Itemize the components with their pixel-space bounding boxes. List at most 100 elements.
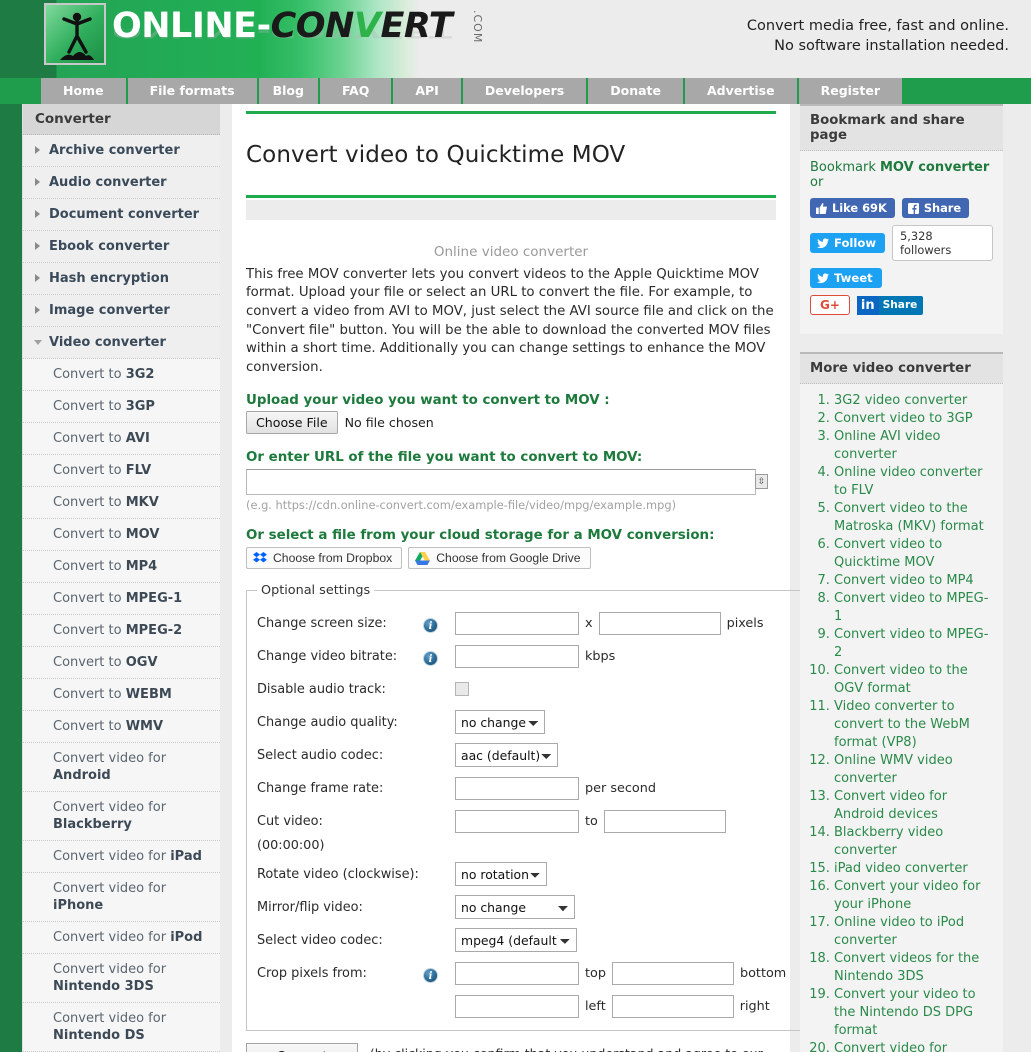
video-codec-select[interactable]: mpeg4 (default) — [455, 928, 577, 953]
url-upload-icon[interactable]: ⇳ — [755, 474, 768, 490]
more-converter-item[interactable]: Online video converter to FLV — [834, 464, 995, 500]
sidebar-item-avi[interactable]: Convert to AVI — [23, 423, 220, 455]
sidebar-item-nintendo-3ds[interactable]: Convert video for Nintendo 3DS — [23, 954, 220, 1003]
chevron-right-icon — [35, 210, 40, 218]
sidebar-item-nintendo-ds[interactable]: Convert video for Nintendo DS — [23, 1003, 220, 1052]
cut-to-input[interactable] — [603, 809, 726, 833]
screen-height-input[interactable] — [598, 611, 721, 635]
dropbox-button[interactable]: Choose from Dropbox — [246, 547, 403, 570]
url-input[interactable] — [246, 469, 756, 496]
facebook-like-button[interactable]: Like 69K — [810, 198, 895, 218]
google-drive-button[interactable]: Choose from Google Drive — [408, 547, 591, 570]
cut-from-input[interactable] — [455, 809, 579, 833]
more-converter-item[interactable]: Convert video to MPEG-2 — [834, 626, 995, 662]
sidebar-item-mp4[interactable]: Convert to MP4 — [23, 551, 220, 583]
sidebar-item-iphone[interactable]: Convert video for iPhone — [23, 873, 220, 922]
choose-file-button[interactable]: Choose File — [246, 411, 338, 435]
more-converter-item[interactable]: Convert video for Android devices — [834, 788, 995, 824]
nav-item-developers[interactable]: Developers — [462, 78, 587, 104]
more-converter-item[interactable]: Convert video to 3GP — [834, 410, 995, 428]
sidebar-item-3gp[interactable]: Convert to 3GP — [23, 391, 220, 423]
more-converter-item[interactable]: Online video to iPod converter — [834, 914, 995, 950]
sidebar-item-ipod[interactable]: Convert video for iPod — [23, 922, 220, 954]
sidebar-item-android[interactable]: Convert video for Android — [23, 743, 220, 792]
nav-item-register[interactable]: Register — [798, 78, 902, 104]
rotate-select[interactable]: no rotation — [455, 862, 547, 887]
twitter-tweet-button[interactable]: Tweet — [810, 268, 882, 288]
more-converter-item[interactable]: iPad video converter — [834, 860, 995, 878]
more-converter-item[interactable]: Convert your video to the Nintendo DS DP… — [834, 986, 995, 1040]
more-converter-item[interactable]: Convert your video for your iPhone — [834, 878, 995, 914]
crop-top-input[interactable] — [455, 961, 579, 985]
more-converter-item[interactable]: Convert video to MP4 — [834, 572, 995, 590]
screen-width-input[interactable] — [455, 611, 579, 635]
nav-item-blog[interactable]: Blog — [258, 78, 318, 104]
sidebar-category-ebook-converter[interactable]: Ebook converter — [23, 231, 220, 263]
sidebar-category-video-converter[interactable]: Video converter — [23, 327, 220, 359]
logo-wordmark[interactable]: ONLINE-CONVERT — [112, 6, 453, 46]
more-converter-item[interactable]: Convert video to MPEG-1 — [834, 590, 995, 626]
sidebar-item-mkv[interactable]: Convert to MKV — [23, 487, 220, 519]
more-converter-item[interactable]: Online WMV video converter — [834, 752, 995, 788]
more-converter-item[interactable]: Convert video to the Matroska (MKV) form… — [834, 500, 995, 536]
more-converter-item[interactable]: Online AVI video converter — [834, 428, 995, 464]
nav-item-file-formats[interactable]: File formats — [127, 78, 257, 104]
cloud-label: Or select a file from your cloud storage… — [246, 528, 715, 544]
sidebar-item-prefix: Convert video for — [53, 962, 167, 977]
audio-quality-select[interactable]: no change — [455, 710, 545, 735]
sidebar-item-wmv[interactable]: Convert to WMV — [23, 711, 220, 743]
more-converter-item[interactable]: Blackberry video converter — [834, 824, 995, 860]
mirror-select[interactable]: no change — [455, 895, 575, 920]
audio-codec-select[interactable]: aac (default) — [455, 743, 558, 768]
sidebar-category-image-converter[interactable]: Image converter — [23, 295, 220, 327]
sidebar-category-hash-encryption[interactable]: Hash encryption — [23, 263, 220, 295]
twitter-followers-count[interactable]: 5,328 followers — [892, 225, 993, 261]
nav-item-faq[interactable]: FAQ — [319, 78, 392, 104]
sidebar-item-webm[interactable]: Convert to WEBM — [23, 679, 220, 711]
setting-row-frame-rate: Change frame rate: per second — [257, 776, 792, 800]
cloud-buttons-row: Choose from Dropbox Choose from Google D… — [232, 543, 790, 570]
sidebar-item-blackberry[interactable]: Convert video for Blackberry — [23, 792, 220, 841]
facebook-share-button[interactable]: Share — [901, 198, 970, 218]
setting-row-crop-top-bottom: Crop pixels from: i top bottom — [257, 961, 792, 985]
nav-item-home[interactable]: Home — [41, 78, 126, 104]
frame-rate-input[interactable] — [455, 776, 579, 800]
more-converter-item[interactable]: 3G2 video converter — [834, 392, 995, 410]
bookmark-strong[interactable]: MOV converter — [880, 160, 989, 175]
bookmark-share-body: Bookmark MOV converter or Like 69K Share… — [800, 151, 1003, 334]
linkedin-share-button[interactable]: in Share — [856, 295, 924, 315]
convert-file-button[interactable]: Convert file — [246, 1043, 358, 1052]
sidebar-item-mov[interactable]: Convert to MOV — [23, 519, 220, 551]
sidebar-category-document-converter[interactable]: Document converter — [23, 199, 220, 231]
bitrate-input[interactable] — [455, 644, 579, 668]
nav-item-donate[interactable]: Donate — [588, 78, 683, 104]
google-plus-button[interactable]: G+ — [810, 295, 850, 315]
sidebar-item-ipad[interactable]: Convert video for iPad — [23, 841, 220, 873]
nav-item-advertise[interactable]: Advertise — [685, 78, 797, 104]
info-icon[interactable]: i — [423, 617, 438, 633]
gplus-linkedin-row: G+ in Share — [810, 295, 993, 315]
sidebar-category-label: Video converter — [49, 335, 166, 350]
sidebar-category-audio-converter[interactable]: Audio converter — [23, 167, 220, 199]
setting-row-video-codec: Select video codec: mpeg4 (default) — [257, 928, 792, 953]
info-icon[interactable]: i — [423, 650, 438, 666]
crop-left-input[interactable] — [455, 994, 579, 1018]
sidebar-item-mpeg-2[interactable]: Convert to MPEG-2 — [23, 615, 220, 647]
sidebar-item-mpeg-1[interactable]: Convert to MPEG-1 — [23, 583, 220, 615]
sidebar-item-3g2[interactable]: Convert to 3G2 — [23, 359, 220, 391]
sidebar-item-ogv[interactable]: Convert to OGV — [23, 647, 220, 679]
crop-bottom-input[interactable] — [611, 961, 734, 985]
more-converter-item[interactable]: Convert videos for the Nintendo 3DS — [834, 950, 995, 986]
crop-right-input[interactable] — [611, 994, 734, 1018]
more-converter-item[interactable]: Video converter to convert to the WebM f… — [834, 698, 995, 752]
more-converter-item[interactable]: Convert video to Quicktime MOV — [834, 536, 995, 572]
more-converter-item[interactable]: Convert video for Playstation3 (PS3) — [834, 1040, 995, 1052]
info-icon[interactable]: i — [423, 967, 438, 983]
logo-mark[interactable] — [44, 3, 106, 65]
twitter-follow-button[interactable]: Follow — [810, 233, 886, 253]
disable-audio-checkbox[interactable] — [455, 682, 469, 697]
more-converter-item[interactable]: Convert video to the OGV format — [834, 662, 995, 698]
nav-item-api[interactable]: API — [393, 78, 461, 104]
sidebar-category-archive-converter[interactable]: Archive converter — [23, 135, 220, 167]
sidebar-item-flv[interactable]: Convert to FLV — [23, 455, 220, 487]
